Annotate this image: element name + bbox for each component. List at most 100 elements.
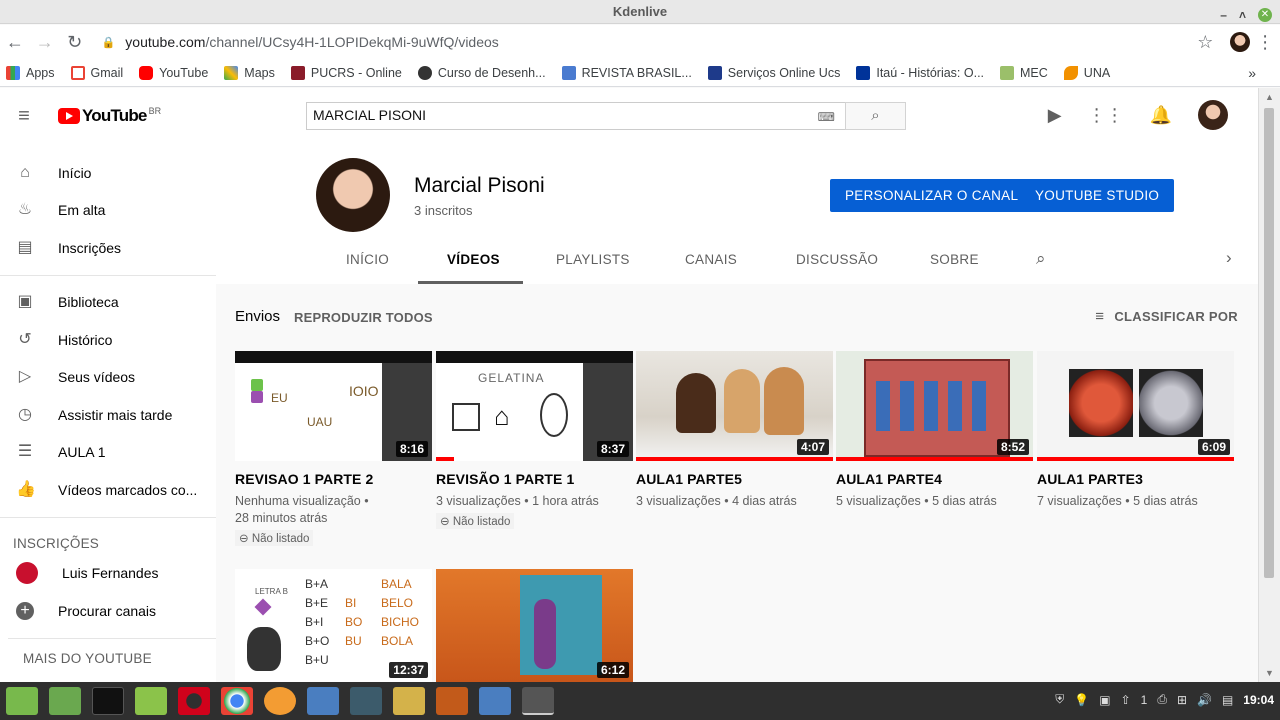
video-card[interactable]: EU UAU IOIO 8:16 REVISAO 1 PARTE 2 Nenhu… — [235, 351, 432, 547]
show-desktop-icon[interactable] — [49, 687, 81, 715]
reload-icon[interactable]: ↻ — [60, 32, 90, 53]
sidebar-item-biblioteca[interactable]: ▣ Biblioteca — [0, 284, 216, 322]
keyboard-icon[interactable]: ⌨ — [818, 110, 835, 124]
sidebar-item-liked[interactable]: 👍 Vídeos marcados co... — [0, 471, 216, 509]
scroll-up-icon[interactable]: ▲ — [1265, 92, 1274, 102]
sidebar-item-inicio[interactable]: ⌂ Início — [0, 154, 216, 192]
maximize-icon[interactable]: ˄ — [1239, 3, 1246, 27]
hamburger-menu-icon[interactable]: ≡ — [0, 105, 48, 128]
video-title[interactable]: AULA1 PARTE3 — [1037, 471, 1234, 487]
notifications-bell-icon[interactable]: 🔔 — [1150, 105, 1172, 126]
sidebar-item-aula-1[interactable]: ☰ AULA 1 — [0, 434, 216, 472]
more-menu-icon[interactable]: ⋮ — [1250, 32, 1280, 53]
network-icon[interactable]: ⊞ — [1177, 693, 1187, 707]
video-card[interactable]: 8:52 AULA1 PARTE4 5 visualizações • 5 di… — [836, 351, 1033, 510]
bookmark-apps[interactable]: Apps — [6, 65, 55, 80]
opera-icon[interactable] — [178, 687, 210, 715]
video-thumbnail[interactable]: 4:07 — [636, 351, 833, 461]
sidebar-sub-luis[interactable]: Luis Fernandes — [0, 555, 216, 593]
video-thumbnail[interactable]: EU UAU IOIO 8:16 — [235, 351, 432, 461]
video-thumbnail[interactable]: 8:52 — [836, 351, 1033, 461]
sidebar-item-assistir-mais-tarde[interactable]: ◷ Assistir mais tarde — [0, 396, 216, 434]
youtube-logo[interactable]: YouTube BR — [58, 106, 161, 126]
mint-menu-icon[interactable] — [6, 687, 38, 715]
shield-icon[interactable]: ⛨ — [1055, 692, 1064, 707]
video-title[interactable]: REVISAO 1 PARTE 2 — [235, 471, 432, 487]
sidebar-item-historico[interactable]: ↺ Histórico — [0, 321, 216, 359]
screenshot-icon[interactable] — [307, 687, 339, 715]
sidebar-browse-channels[interactable]: + Procurar canais — [0, 592, 216, 630]
clock-time[interactable]: 19:04 — [1243, 693, 1274, 707]
bookmark-revista[interactable]: REVISTA BRASIL... — [561, 65, 692, 80]
search-input[interactable]: MARCIAL PISONI ⌨ — [306, 102, 846, 130]
back-icon[interactable]: ← — [0, 32, 30, 53]
sidebar-item-seus-videos[interactable]: ▷ Seus vídeos — [0, 359, 216, 397]
profile-avatar[interactable] — [1230, 32, 1251, 52]
chrome-icon[interactable] — [221, 687, 253, 715]
scrollbar-thumb[interactable] — [1264, 108, 1274, 578]
channel-search-icon[interactable]: ⌕ — [1036, 249, 1046, 269]
account-avatar[interactable] — [1198, 100, 1228, 130]
bookmark-gmail[interactable]: Gmail — [70, 65, 123, 80]
volume-icon[interactable]: 🔊 — [1197, 693, 1212, 707]
sort-by-button[interactable]: ≡ CLASSIFICAR POR — [1095, 308, 1238, 325]
bookmark-curso[interactable]: Curso de Desenh... — [417, 65, 546, 80]
bookmark-maps[interactable]: Maps — [224, 65, 275, 80]
address-bar[interactable]: 🔒 youtube.com/channel/UCsy4H-1LOPIDekqMi… — [102, 34, 1177, 50]
tab-canais[interactable]: CANAIS — [685, 252, 737, 267]
video-card[interactable]: LETRA B B+A B+E B+I B+O B+U BI BO BU BAL… — [235, 569, 432, 682]
clipboard-icon[interactable]: ▤ — [1222, 693, 1233, 707]
bookmark-ucs[interactable]: Serviços Online Ucs — [707, 65, 840, 80]
youtube-studio-button[interactable]: YOUTUBE STUDIO — [1020, 179, 1175, 212]
draw-icon[interactable] — [393, 687, 425, 715]
bookmarks-overflow-icon[interactable]: » — [1248, 65, 1256, 81]
video-card[interactable]: 6:09 AULA1 PARTE3 7 visualizações • 5 di… — [1037, 351, 1234, 510]
apps-icon[interactable]: ⋮⋮ — [1088, 105, 1124, 126]
chevron-right-icon[interactable]: › — [1226, 248, 1232, 268]
printer-icon[interactable]: ⎙ — [1157, 692, 1167, 707]
video-title[interactable]: REVISÃO 1 PARTE 1 — [436, 471, 633, 487]
video-card[interactable]: 4:07 AULA1 PARTE5 3 visualizações • 4 di… — [636, 351, 833, 510]
tab-sobre[interactable]: SOBRE — [930, 252, 979, 267]
bookmark-itau[interactable]: Itaú - Histórias: O... — [856, 65, 984, 80]
kdenlive-icon[interactable] — [522, 687, 554, 715]
forward-icon[interactable]: → — [30, 32, 60, 53]
video-thumbnail[interactable]: 6:12 — [436, 569, 633, 682]
sidebar-item-em-alta[interactable]: ♨ Em alta — [0, 192, 216, 230]
play-all-button[interactable]: REPRODUZIR TODOS — [294, 310, 433, 325]
files-icon[interactable] — [135, 687, 167, 715]
thumb-text: LETRA B — [255, 587, 288, 596]
bulb-icon[interactable]: 💡 — [1074, 693, 1089, 707]
scroll-down-icon[interactable]: ▼ — [1265, 668, 1274, 678]
tab-playlists[interactable]: PLAYLISTS — [556, 252, 630, 267]
tab-discussao[interactable]: DISCUSSÃO — [796, 252, 878, 267]
search-button[interactable]: ⌕ — [845, 102, 906, 130]
video-thumbnail[interactable]: GELATINA ⌂ 8:37 — [436, 351, 633, 461]
video-card[interactable]: 6:12 — [436, 569, 633, 682]
customize-channel-button[interactable]: PERSONALIZAR O CANAL — [830, 179, 1034, 212]
tab-videos[interactable]: VÍDEOS — [447, 252, 500, 267]
bookmark-una[interactable]: UNA — [1063, 65, 1110, 80]
camera-icon[interactable] — [479, 687, 511, 715]
minimize-icon[interactable]: – — [1220, 3, 1227, 27]
bookmark-mec[interactable]: MEC — [1000, 65, 1048, 80]
presentation-icon[interactable] — [436, 687, 468, 715]
bookmark-youtube[interactable]: YouTube — [139, 65, 208, 80]
star-icon[interactable]: ☆ — [1190, 32, 1220, 53]
camera-tray-icon[interactable]: ▣ — [1099, 693, 1110, 707]
page-scrollbar[interactable]: ▲ ▼ — [1258, 88, 1280, 682]
bookmark-pucrs[interactable]: PUCRS - Online — [290, 65, 402, 80]
sidebar-item-inscricoes[interactable]: ▤ Inscrições — [0, 229, 216, 267]
video-thumbnail[interactable]: 6:09 — [1037, 351, 1234, 461]
firefox-icon[interactable] — [264, 687, 296, 715]
update-icon[interactable]: ⇧ — [1121, 693, 1131, 707]
video-card[interactable]: GELATINA ⌂ 8:37 REVISÃO 1 PARTE 1 3 visu… — [436, 351, 633, 530]
video-thumbnail[interactable]: LETRA B B+A B+E B+I B+O B+U BI BO BU BAL… — [235, 569, 432, 682]
tab-inicio[interactable]: INÍCIO — [346, 252, 389, 267]
close-icon[interactable]: ✕ — [1258, 8, 1272, 22]
video-title[interactable]: AULA1 PARTE4 — [836, 471, 1033, 487]
video-title[interactable]: AULA1 PARTE5 — [636, 471, 833, 487]
terminal-icon[interactable] — [92, 687, 124, 715]
create-video-icon[interactable]: ▶ — [1048, 105, 1062, 126]
monitor-icon[interactable] — [350, 687, 382, 715]
